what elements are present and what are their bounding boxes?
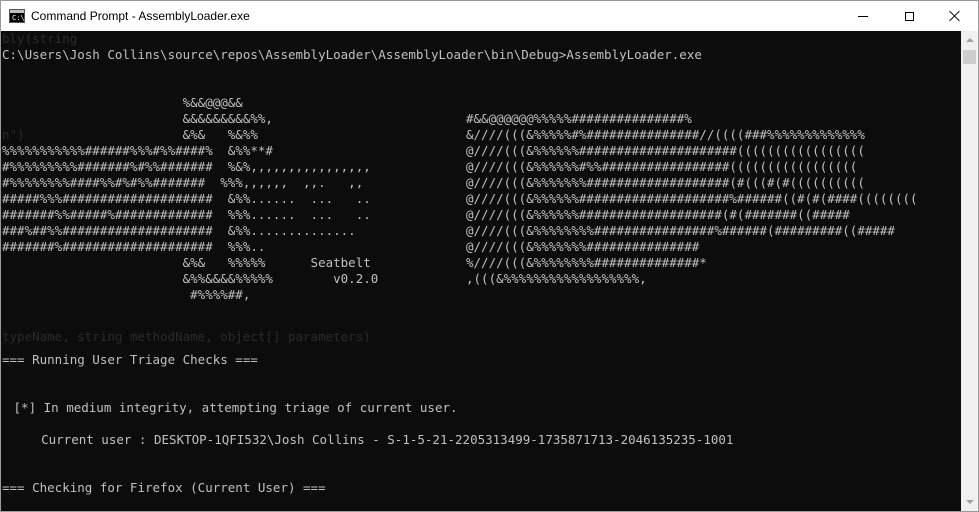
console-icon-text: C:\_ xyxy=(12,14,29,22)
banner-left-line: ###%##%%#################### &%%........… xyxy=(2,223,356,238)
title-bar[interactable]: C:\_ Command Prompt - AssemblyLoader.exe xyxy=(1,1,978,31)
banner-right-line: &////(((&%%%%%#%###############//((((###… xyxy=(466,127,865,142)
command-prompt-window: C:\_ Command Prompt - AssemblyLoader.exe… xyxy=(0,0,979,512)
banner-right-line: @////(((&%%%%%%%############### xyxy=(466,239,700,254)
minimize-icon xyxy=(858,15,868,17)
banner-left-line: &%%&&&&%%%%% v0.2.0 xyxy=(2,271,379,286)
scroll-down-arrow-icon[interactable] xyxy=(961,494,978,511)
scroll-thumb[interactable] xyxy=(963,50,976,64)
banner-left-line: #%%%%%%%%%#######%#%%####### %&%,,,,,,,,… xyxy=(2,159,371,174)
banner-left-line: &&&&&&&&&%%, xyxy=(2,111,273,126)
ghost-text: bly(string xyxy=(2,31,78,46)
integrity-status-line: [*] In medium integrity, attempting tria… xyxy=(6,400,458,415)
section-header-user-triage: === Running User Triage Checks === xyxy=(2,352,258,367)
banner-right-line: #&&@@@@@@%%%%%###############% xyxy=(466,111,692,126)
console-output[interactable]: bly(string C:\Users\Josh Collins\source\… xyxy=(1,31,961,511)
banner-right-line: %////(((&%%%%%%%%##############* xyxy=(466,255,707,270)
banner-left-line: &%& %%%%% Seatbelt xyxy=(2,255,371,270)
banner-right-line: @////(((&%%%%%%%###################(#(((… xyxy=(466,175,865,190)
banner-left-line: %%%%%%%%%%%######%%%#%%####% &%%**# xyxy=(2,143,273,158)
maximize-button[interactable] xyxy=(886,1,932,31)
banner-right-line: @////(((&%%%%%%###################(#(###… xyxy=(466,207,850,222)
banner-left-line: #%%%%%%%%####%%#%#%%####### %%%,,,,,, ,,… xyxy=(2,175,364,190)
window-title: Command Prompt - AssemblyLoader.exe xyxy=(31,9,250,23)
section-header-firefox: === Checking for Firefox (Current User) … xyxy=(2,480,326,495)
close-button[interactable] xyxy=(932,1,978,31)
maximize-icon xyxy=(904,11,914,21)
banner-left-line: #%%%%##, xyxy=(2,287,251,302)
current-user-line: Current user : DESKTOP-1QFI532\Josh Coll… xyxy=(11,432,734,447)
banner-right-line: ,(((&%%%%%%%%%%%%%%%%%%, xyxy=(466,271,647,286)
vertical-scrollbar[interactable] xyxy=(961,31,978,511)
banner-left-line: %&&@@@&& xyxy=(2,95,243,110)
banner-right-line: @////(((&%%%%%%####################%####… xyxy=(466,191,918,206)
banner-right-line: @////(((&%%%%%%#%%#################(((((… xyxy=(466,159,858,174)
ghost-text: typeName, string methodName, object[] pa… xyxy=(2,329,371,344)
banner-left-line: #######%#################### %%%.. xyxy=(2,239,266,254)
scroll-up-arrow-icon[interactable] xyxy=(961,31,978,48)
banner-right-line: @////(((&%%%%%%%%################%######… xyxy=(466,223,895,238)
prompt-line: C:\Users\Josh Collins\source\repos\Assem… xyxy=(2,47,702,62)
minimize-button[interactable] xyxy=(840,1,886,31)
banner-left-line: #####%%%#################### &%%...... .… xyxy=(2,191,371,206)
close-icon xyxy=(949,10,961,22)
console-icon[interactable]: C:\_ xyxy=(9,9,29,23)
banner-left-line: &%& %&%% xyxy=(2,127,258,142)
banner-right-line: @////(((&%%%%%%#####################((((… xyxy=(466,143,865,158)
banner-left-line: #######%%#####%############# %%%...... .… xyxy=(2,207,371,222)
